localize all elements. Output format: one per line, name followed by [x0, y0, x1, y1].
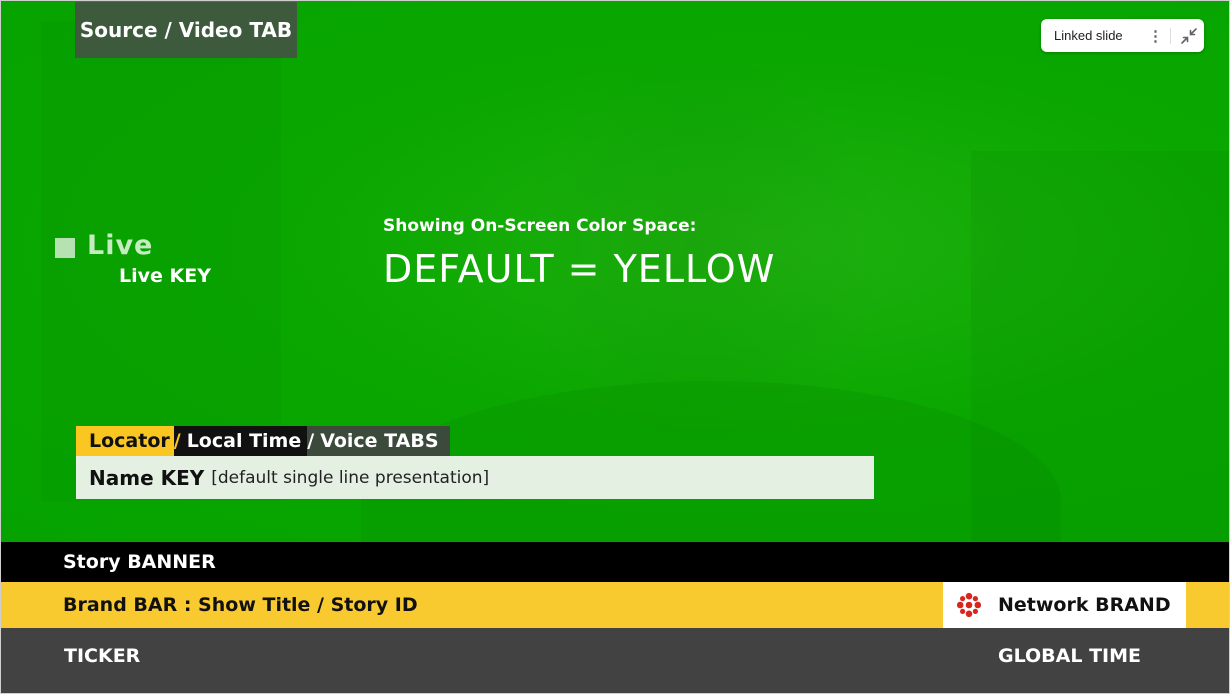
network-brand-label: Network BRAND: [998, 594, 1171, 616]
color-space-label: Showing On-Screen Color Space:: [383, 216, 697, 236]
background-shape: [971, 151, 1229, 542]
live-indicator: [55, 238, 75, 258]
brand-bar: Brand BAR : Show Title / Story ID Networ…: [1, 582, 1229, 628]
name-key-title: Name KEY: [89, 465, 205, 490]
locator-tab: Locator: [76, 426, 174, 456]
source-video-tab-label: Source / Video TAB: [79, 18, 293, 42]
chip-divider: [1170, 27, 1171, 44]
voice-tabs-label: Voice TABS: [320, 430, 439, 452]
story-banner-label: Story BANNER: [63, 551, 216, 573]
local-time-tab: / Local Time: [173, 426, 308, 456]
voice-tab: / Voice TABS: [307, 426, 450, 456]
more-vertical-icon[interactable]: ⋮: [1148, 27, 1163, 45]
global-time-label: GLOBAL TIME: [998, 645, 1142, 667]
network-brand: Network BRAND: [943, 582, 1186, 628]
cbc-gem-logo-icon: [956, 592, 982, 618]
local-time-label: Local Time: [186, 430, 302, 452]
name-key-bar: Name KEY [default single line presentati…: [76, 456, 874, 499]
live-key-label: Live KEY: [119, 265, 211, 287]
locator-tabs: Locator / Local Time / Voice TABS: [76, 426, 450, 456]
story-banner: Story BANNER: [1, 542, 1229, 582]
ticker-label: TICKER: [64, 645, 141, 667]
collapse-icon[interactable]: [1179, 26, 1199, 46]
linked-slide-label[interactable]: Linked slide: [1054, 28, 1148, 43]
ticker-bar: TICKER GLOBAL TIME: [1, 628, 1229, 693]
live-label: Live: [87, 230, 154, 261]
slide-canvas: Source / Video TAB Linked slide ⋮ Live L…: [0, 0, 1230, 694]
brand-bar-label: Brand BAR : Show Title / Story ID: [63, 594, 418, 616]
tab-separator: /: [307, 430, 315, 452]
linked-slide-chip[interactable]: Linked slide ⋮: [1041, 19, 1204, 52]
name-key-note: [default single line presentation]: [211, 467, 490, 488]
video-background: Source / Video TAB Linked slide ⋮ Live L…: [1, 1, 1229, 542]
color-space-value: DEFAULT = YELLOW: [383, 247, 776, 291]
tab-separator: /: [173, 430, 181, 452]
source-video-tab: Source / Video TAB: [75, 2, 297, 58]
